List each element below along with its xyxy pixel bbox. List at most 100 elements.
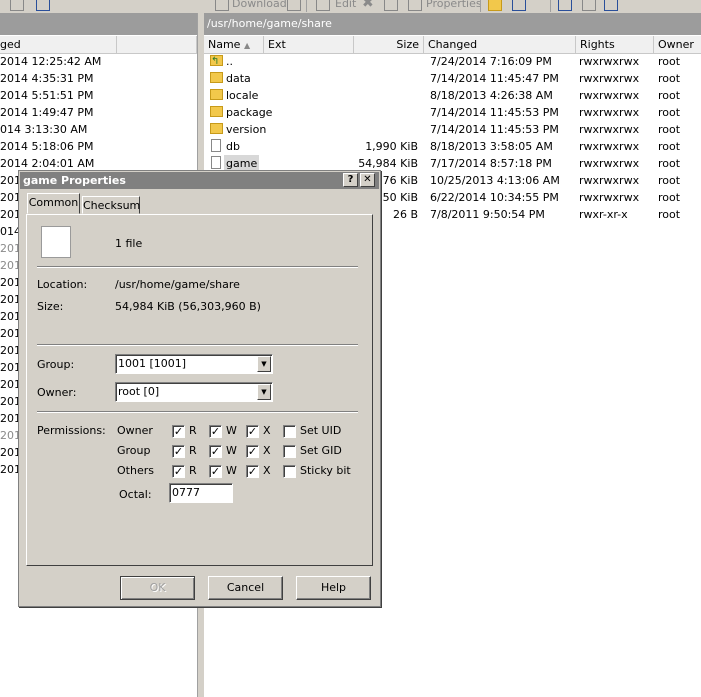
table-row[interactable]: db 1,990 KiB 8/18/2013 3:58:05 AM rwxrwxrwx… [204, 138, 701, 155]
file-owner: root [658, 72, 681, 85]
properties-button[interactable]: Properties [426, 0, 482, 10]
execute-checkbox[interactable]: ✓ [246, 425, 259, 438]
column-owner[interactable]: Owner [654, 36, 701, 53]
table-row[interactable]: version 7/14/2014 11:45:53 PM rwxrwxrwx roo… [204, 121, 701, 138]
file-changed: 8/18/2013 4:26:38 AM [430, 89, 553, 102]
file-name: db [226, 140, 240, 153]
column-size[interactable]: Size [354, 36, 424, 53]
column-rights[interactable]: Rights [576, 36, 654, 53]
delete-icon[interactable]: ✖ [362, 0, 376, 11]
file-size: 750 KiB [375, 191, 418, 204]
execute-checkbox[interactable]: ✓ [246, 465, 259, 478]
toolbar-separator [306, 0, 307, 12]
read-checkbox[interactable]: ✓ [172, 425, 185, 438]
file-changed: 8/18/2013 3:58:05 AM [430, 140, 553, 153]
dialog-titlebar[interactable]: game Properties ? ✕ [20, 172, 379, 189]
folder-icon [210, 72, 223, 83]
dropdown-icon[interactable] [287, 0, 301, 11]
tab-checksum[interactable]: Checksum [82, 196, 140, 214]
tab-page-common: 1 file Location: /usr/home/game/share Si… [26, 214, 373, 566]
column-label: ged [0, 38, 21, 51]
parent-folder-icon [210, 53, 223, 70]
file-rights: rwxrwxrwx [579, 157, 640, 170]
column-label: Owner [658, 38, 694, 51]
table-row[interactable]: locale 8/18/2013 4:26:38 AM rwxrwxrwx root [204, 87, 701, 104]
rename-icon[interactable] [384, 0, 398, 11]
column-label: Changed [428, 38, 478, 51]
new-folder-icon[interactable] [488, 0, 502, 11]
read-checkbox[interactable]: ✓ [172, 465, 185, 478]
divider [37, 266, 358, 268]
refresh-icon[interactable] [512, 0, 526, 11]
toolbar: Download Edit ✖ Properties [0, 0, 701, 13]
cancel-button[interactable]: Cancel [208, 576, 283, 600]
list-item[interactable]: 2014 4:35:31 PM [0, 70, 94, 87]
help-button[interactable]: Help [296, 576, 371, 600]
write-label: W [226, 444, 237, 457]
filter-icon[interactable] [604, 0, 618, 11]
execute-checkbox[interactable]: ✓ [246, 445, 259, 458]
location-label: Location: [37, 278, 88, 291]
column-label: Size [396, 38, 419, 51]
read-checkbox[interactable]: ✓ [172, 445, 185, 458]
file-name: version [226, 123, 267, 136]
octal-input[interactable]: 0777 [169, 483, 233, 503]
folder-icon [210, 123, 223, 134]
right-path-bar[interactable]: /usr/home/game/share [204, 13, 701, 35]
special-bit-checkbox[interactable] [283, 445, 296, 458]
file-owner: root [658, 123, 681, 136]
owner-select[interactable]: root [0] ▼ [115, 382, 273, 402]
column-ext[interactable]: Ext [264, 36, 354, 53]
file-rights: rwxrwxrwx [579, 123, 640, 136]
special-bit-checkbox[interactable] [283, 425, 296, 438]
write-checkbox[interactable]: ✓ [209, 445, 222, 458]
file-rights: rwxrwxrwx [579, 140, 640, 153]
table-row[interactable]: .. 7/24/2014 7:16:09 PM rwxrwxrwx root [204, 53, 701, 70]
list-item[interactable]: 014 3:13:30 AM [0, 121, 87, 138]
tab-common[interactable]: Common [27, 193, 80, 214]
column-changed[interactable]: ged [0, 36, 117, 53]
group-select[interactable]: 1001 [1001] ▼ [115, 354, 273, 374]
file-changed: 6/22/2014 10:34:55 PM [430, 191, 559, 204]
file-changed: 7/14/2014 11:45:47 PM [430, 72, 559, 85]
download-icon[interactable] [215, 0, 229, 11]
properties-icon[interactable] [408, 0, 422, 11]
read-label: R [189, 424, 197, 437]
unselect-icon[interactable] [582, 0, 596, 11]
column-rights[interactable] [117, 36, 197, 53]
list-item[interactable]: 2014 5:51:51 PM [0, 87, 94, 104]
toolbar-icon[interactable] [10, 0, 24, 11]
select-icon[interactable] [558, 0, 572, 11]
list-item[interactable]: 2014 12:25:42 AM [0, 53, 101, 70]
chevron-down-icon[interactable]: ▼ [257, 384, 271, 400]
write-checkbox[interactable]: ✓ [209, 465, 222, 478]
read-label: R [189, 444, 197, 457]
special-bit-checkbox[interactable] [283, 465, 296, 478]
write-checkbox[interactable]: ✓ [209, 425, 222, 438]
file-changed: 10/25/2013 4:13:06 AM [430, 174, 560, 187]
close-button[interactable]: ✕ [360, 173, 375, 187]
download-button[interactable]: Download [232, 0, 287, 10]
column-changed[interactable]: Changed [424, 36, 576, 53]
execute-label: X [263, 464, 271, 477]
edit-button[interactable]: Edit [335, 0, 356, 10]
left-path-bar[interactable] [0, 13, 197, 35]
table-row[interactable]: data 7/14/2014 11:45:47 PM rwxrwxrwx root [204, 70, 701, 87]
dropdown-icon[interactable] [36, 0, 50, 11]
chevron-down-icon[interactable]: ▼ [257, 356, 271, 372]
folder-icon [210, 89, 223, 100]
context-help-button[interactable]: ? [343, 173, 358, 187]
table-row[interactable]: package 7/14/2014 11:45:53 PM rwxrwxrwx roo… [204, 104, 701, 121]
properties-dialog: game Properties ? ✕ Common Checksum 1 fi… [18, 170, 381, 607]
list-item[interactable]: 2014 5:18:06 PM [0, 138, 94, 155]
tab-label: Common [28, 196, 79, 209]
write-label: W [226, 424, 237, 437]
file-owner: root [658, 157, 681, 170]
toolbar-separator [550, 0, 551, 12]
list-item[interactable]: 2014 1:49:47 PM [0, 104, 94, 121]
owner-value: root [0] [118, 385, 160, 398]
column-name[interactable]: Name ▲ [204, 36, 264, 53]
edit-icon[interactable] [316, 0, 330, 11]
ok-button[interactable]: OK [120, 576, 195, 600]
file-rights: rwxrwxrwx [579, 55, 640, 68]
